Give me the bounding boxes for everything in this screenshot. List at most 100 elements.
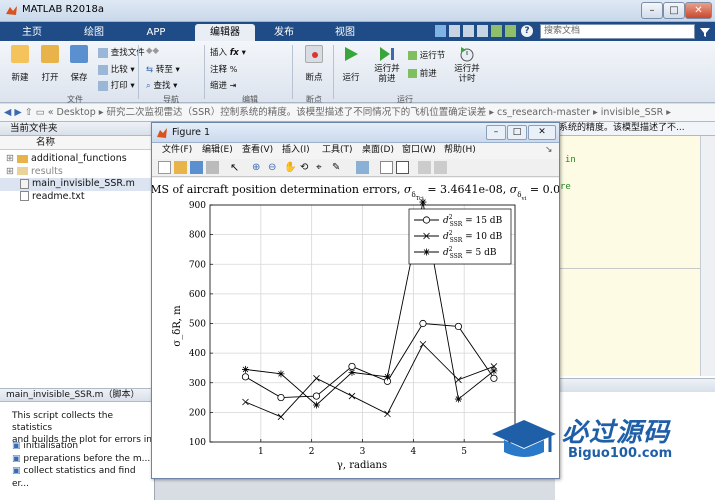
- watermark-url: Biguo100.com: [568, 446, 673, 461]
- code-fragment: re: [560, 182, 571, 192]
- tab-home[interactable]: 主页: [10, 24, 54, 41]
- breadcrumb-desktop[interactable]: Desktop: [57, 107, 96, 118]
- details-sections: ▣ initialisation ▣ preparations before t…: [12, 440, 154, 490]
- comment-label: 注释: [210, 65, 228, 75]
- tab-view[interactable]: 视图: [323, 24, 367, 41]
- copy-icon[interactable]: [463, 25, 474, 37]
- menu-edit[interactable]: 编辑(E): [202, 143, 233, 158]
- save-file-button[interactable]: 保存: [67, 45, 91, 83]
- menu-help[interactable]: 帮助(H): [444, 143, 476, 158]
- new-button[interactable]: 新建: [8, 45, 32, 83]
- rotate-icon[interactable]: ⟲: [300, 161, 313, 174]
- minimize-button[interactable]: –: [641, 2, 663, 19]
- run-and-time-button[interactable]: 运行并 计时: [452, 45, 482, 84]
- section-link[interactable]: ▣ initialisation: [12, 440, 154, 453]
- data-point: [419, 319, 427, 328]
- cut-icon[interactable]: [449, 25, 460, 37]
- comment-button[interactable]: 注释 %: [210, 63, 237, 75]
- current-folder-address-bar[interactable]: ◀ ▶ ⇧ ▭ « Desktop ▸ 研究二次监视雷达（SSR）控制系统的精度…: [0, 104, 715, 122]
- print-figure-icon[interactable]: [206, 161, 219, 174]
- find-files-icon: [98, 47, 108, 58]
- legend-icon[interactable]: [396, 161, 409, 174]
- breadcrumb-research-folder[interactable]: 研究二次监视雷达（SSR）控制系统的精度。该模型描述了不同情况下的飞机位置确定误…: [107, 107, 487, 118]
- save-icon[interactable]: [435, 25, 446, 37]
- menu-view[interactable]: 查看(V): [242, 143, 273, 158]
- tab-apps[interactable]: APP: [134, 24, 178, 41]
- data-point: [241, 373, 250, 381]
- figure-maximize-button[interactable]: □: [507, 125, 527, 140]
- file-item[interactable]: ⊞ additional_functions: [0, 153, 154, 166]
- y-tick-label: 100: [189, 438, 206, 448]
- menu-tools[interactable]: 工具(T): [322, 143, 353, 158]
- goto-icon: ⇆: [146, 65, 154, 75]
- colorbar-icon[interactable]: [380, 161, 393, 174]
- maximize-button[interactable]: □: [663, 2, 685, 19]
- link-plot-icon[interactable]: [356, 161, 369, 174]
- show-plot-tools-icon[interactable]: [434, 161, 447, 174]
- search-documentation-input[interactable]: 搜索文档: [540, 24, 695, 39]
- tab-editor[interactable]: 编辑器: [195, 24, 255, 41]
- up-folder-icon[interactable]: ⇧: [25, 107, 33, 118]
- figure-minimize-button[interactable]: –: [486, 125, 506, 140]
- column-header-name[interactable]: 名称: [0, 136, 154, 150]
- back-arrow-icon[interactable]: ◀: [0, 107, 11, 118]
- zoom-out-icon[interactable]: ⊖: [268, 161, 281, 174]
- nav-back-button[interactable]: ◆◆: [146, 46, 159, 56]
- breakpoints-button[interactable]: 断点: [300, 45, 328, 83]
- figure-close-button[interactable]: ✕: [528, 125, 556, 140]
- text-file-icon: [20, 191, 29, 201]
- filter-icon[interactable]: [699, 26, 711, 38]
- menu-insert[interactable]: 插入(I): [282, 143, 310, 158]
- editor-scrollbar[interactable]: [700, 136, 715, 376]
- run-section-button[interactable]: 运行节: [408, 49, 445, 61]
- menu-desktop[interactable]: 桌面(D): [362, 143, 394, 158]
- print-button[interactable]: 打印 ▾: [98, 79, 135, 91]
- menu-window[interactable]: 窗口(W): [402, 143, 436, 158]
- tab-plots[interactable]: 绘图: [70, 24, 118, 41]
- expand-icon[interactable]: ⊞: [0, 153, 14, 164]
- zoom-in-icon[interactable]: ⊕: [252, 161, 265, 174]
- open-button[interactable]: 打开: [38, 45, 62, 83]
- help-icon[interactable]: ?: [521, 25, 533, 37]
- section-link[interactable]: ▣ preparations before the m...: [12, 453, 154, 466]
- menu-file[interactable]: 文件(F): [162, 143, 192, 158]
- forward-arrow-icon[interactable]: ▶: [14, 107, 21, 118]
- pointer-icon[interactable]: ↖: [230, 161, 243, 174]
- open-file-icon[interactable]: [174, 161, 187, 174]
- paste-icon[interactable]: [477, 25, 488, 37]
- browse-folder-icon[interactable]: ▭: [36, 107, 45, 118]
- series-line: [245, 343, 495, 418]
- hide-plot-tools-icon[interactable]: [418, 161, 431, 174]
- window-titlebar: MATLAB R2018a – □ ✕: [0, 0, 715, 22]
- insert-button[interactable]: 插入 fx ▾: [210, 46, 246, 58]
- series-line: [245, 323, 495, 399]
- file-item-selected[interactable]: main_invisible_SSR.m: [0, 178, 154, 191]
- new-figure-icon[interactable]: [158, 161, 171, 174]
- figure-title: Figure 1: [172, 127, 211, 138]
- breadcrumb-cs-research[interactable]: cs_research-master: [497, 107, 590, 118]
- indent-button[interactable]: 缩进 ⇥: [210, 79, 236, 91]
- compare-button[interactable]: 比较 ▾: [98, 63, 135, 75]
- find-button[interactable]: ⌕ 查找 ▾: [146, 79, 177, 91]
- advance-icon: [408, 69, 417, 78]
- dock-arrow-icon[interactable]: ↘: [545, 143, 553, 158]
- editor-code-area[interactable]: in re: [555, 136, 715, 376]
- save-figure-icon[interactable]: [190, 161, 203, 174]
- run-button[interactable]: 运行: [339, 45, 363, 83]
- tab-publish[interactable]: 发布: [262, 24, 306, 41]
- redo-icon[interactable]: [505, 25, 516, 37]
- file-item[interactable]: readme.txt: [0, 191, 154, 204]
- run-and-advance-button[interactable]: 运行并 前进: [372, 45, 402, 84]
- advance-button[interactable]: 前进: [408, 67, 437, 79]
- data-cursor-icon[interactable]: ⌖: [316, 161, 329, 174]
- close-button[interactable]: ✕: [685, 2, 712, 19]
- script-file-icon: [20, 178, 29, 189]
- brush-icon[interactable]: ✎: [332, 161, 345, 174]
- goto-button[interactable]: ⇆ 转至 ▾: [146, 63, 180, 75]
- file-item[interactable]: ⊞ results: [0, 166, 154, 179]
- breadcrumb-invisible-ssr[interactable]: invisible_SSR: [601, 107, 663, 118]
- expand-icon[interactable]: ⊞: [0, 166, 14, 177]
- section-link[interactable]: ▣ collect statistics and find er...: [12, 465, 154, 490]
- undo-icon[interactable]: [491, 25, 502, 37]
- pan-icon[interactable]: ✋: [284, 161, 297, 174]
